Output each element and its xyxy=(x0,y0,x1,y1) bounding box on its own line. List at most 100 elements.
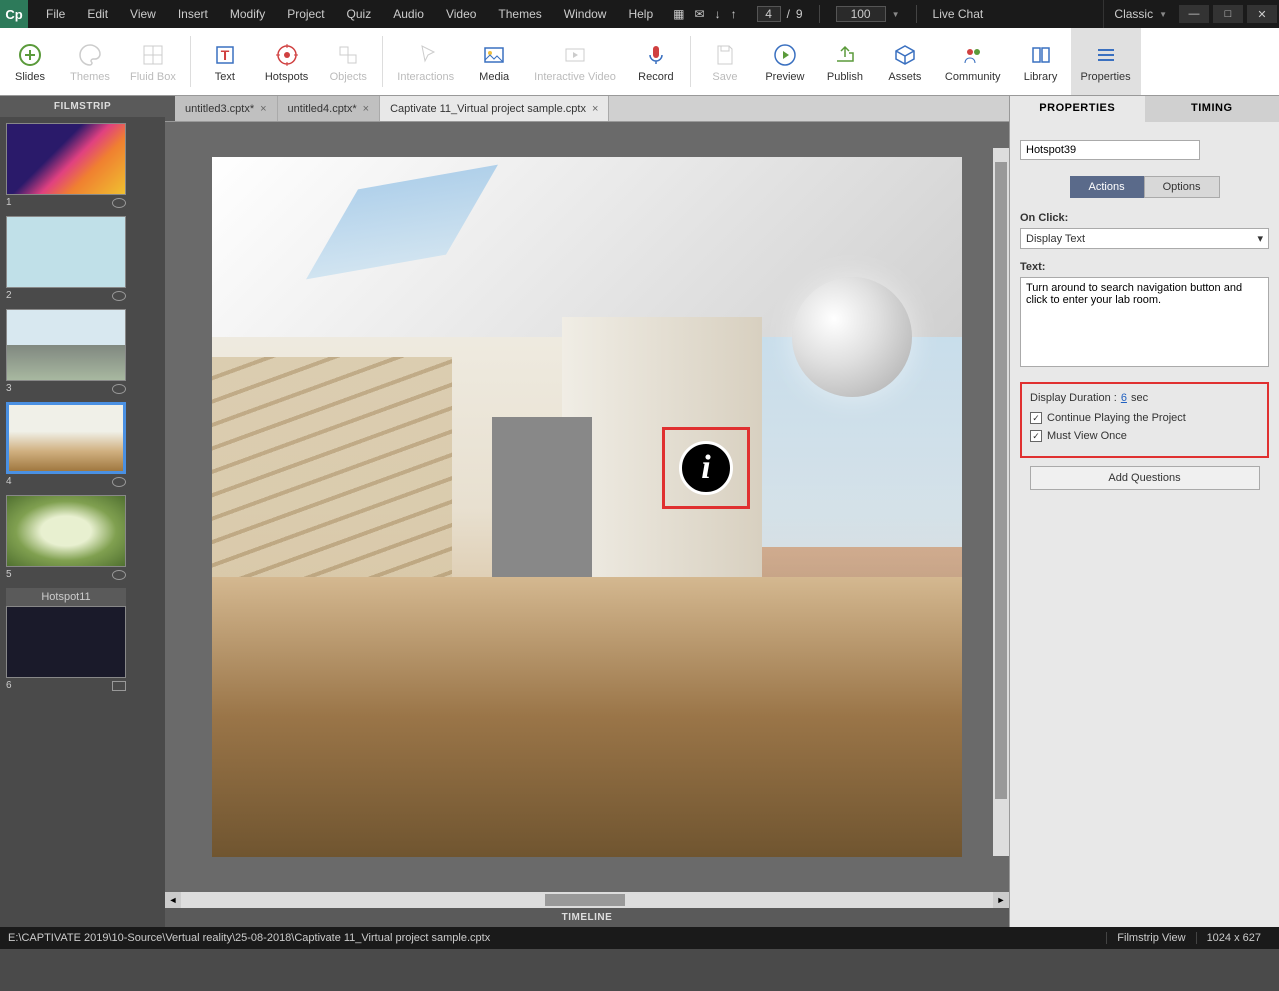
subtab-options[interactable]: Options xyxy=(1144,176,1220,198)
layout-icon[interactable]: ▦ xyxy=(673,7,684,21)
mustview-label: Must View Once xyxy=(1047,430,1127,442)
menu-video[interactable]: Video xyxy=(436,3,486,25)
menu-project[interactable]: Project xyxy=(277,3,334,25)
mustview-checkbox[interactable]: ✓ xyxy=(1030,430,1042,442)
status-path: E:\CAPTIVATE 2019\10-Source\Vertual real… xyxy=(8,932,490,944)
menu-insert[interactable]: Insert xyxy=(168,3,218,25)
ribbon-label: Publish xyxy=(827,71,863,83)
users-icon xyxy=(959,41,987,69)
grid-icon xyxy=(139,41,167,69)
text-button[interactable]: T Text xyxy=(195,28,255,95)
menu-modify[interactable]: Modify xyxy=(220,3,275,25)
microphone-icon xyxy=(642,41,670,69)
close-icon[interactable]: × xyxy=(260,103,266,115)
media-button[interactable]: Media xyxy=(464,28,524,95)
ribbon-label: Fluid Box xyxy=(130,71,176,83)
close-icon[interactable]: × xyxy=(363,103,369,115)
divider xyxy=(819,5,820,23)
slide-thumb-2[interactable]: 2 xyxy=(6,216,159,301)
master-slide-icon[interactable] xyxy=(112,681,126,691)
slide-number: 2 xyxy=(6,290,12,301)
zoom-dropdown[interactable]: 100 xyxy=(836,6,886,22)
continue-checkbox[interactable]: ✓ xyxy=(1030,412,1042,424)
tab-timing[interactable]: TIMING xyxy=(1145,96,1279,122)
chevron-down-icon: ▾ xyxy=(1257,232,1263,245)
hotspots-button[interactable]: Hotspots xyxy=(255,28,318,95)
tab-captivate-sample[interactable]: Captivate 11_Virtual project sample.cptx… xyxy=(380,96,609,121)
ribbon-label: Slides xyxy=(15,71,45,83)
themes-button: Themes xyxy=(60,28,120,95)
minimize-button[interactable]: ― xyxy=(1179,5,1209,23)
library-button[interactable]: Library xyxy=(1011,28,1071,95)
menu-view[interactable]: View xyxy=(120,3,166,25)
play-circle-icon xyxy=(771,41,799,69)
maximize-button[interactable]: □ xyxy=(1213,5,1243,23)
record-button[interactable]: Record xyxy=(626,28,686,95)
slide-number: 6 xyxy=(6,680,12,691)
ribbon-label: Record xyxy=(638,71,673,83)
onclick-dropdown[interactable]: Display Text ▾ xyxy=(1020,228,1269,249)
hotspot-text-input[interactable]: Turn around to search navigation button … xyxy=(1020,277,1269,367)
chevron-down-icon[interactable]: ▼ xyxy=(892,10,900,19)
close-icon[interactable]: × xyxy=(592,103,598,115)
tab-untitled4[interactable]: untitled4.cptx*× xyxy=(278,96,381,121)
mail-icon[interactable]: ✉ xyxy=(695,7,705,21)
live-chat-button[interactable]: Live Chat xyxy=(923,3,994,25)
properties-button[interactable]: Properties xyxy=(1071,28,1141,95)
vertical-scrollbar[interactable] xyxy=(993,148,1009,856)
horizontal-scrollbar[interactable]: ◄ ► xyxy=(165,892,1009,908)
add-questions-button[interactable]: Add Questions xyxy=(1030,466,1260,490)
ribbon-toolbar: Slides Themes Fluid Box T Text Hotspots … xyxy=(0,28,1279,96)
close-button[interactable]: ✕ xyxy=(1247,5,1277,23)
shapes-icon xyxy=(334,41,362,69)
slide-thumb-4[interactable]: 4 xyxy=(6,402,159,487)
fluidbox-button: Fluid Box xyxy=(120,28,186,95)
preview-button[interactable]: Preview xyxy=(755,28,815,95)
menu-quiz[interactable]: Quiz xyxy=(337,3,382,25)
ribbon-label: Interactive Video xyxy=(534,71,616,83)
slide-canvas[interactable]: i xyxy=(212,157,962,857)
slide-number: 4 xyxy=(6,476,12,487)
slide-thumb-6[interactable]: 6 xyxy=(6,606,159,691)
menu-window[interactable]: Window xyxy=(554,3,617,25)
subtab-actions[interactable]: Actions xyxy=(1070,176,1144,198)
main-menu: File Edit View Insert Modify Project Qui… xyxy=(28,3,663,25)
eye-icon[interactable] xyxy=(112,570,126,580)
duration-value-input[interactable]: 6 xyxy=(1121,392,1127,404)
workspace-dropdown[interactable]: Classic ▼ xyxy=(1103,0,1177,28)
slide-thumb-3[interactable]: 3 xyxy=(6,309,159,394)
timeline-header[interactable]: TIMELINE xyxy=(165,908,1009,927)
ribbon-label: Community xyxy=(945,71,1001,83)
slide-thumb-5[interactable]: 5 xyxy=(6,495,159,580)
info-icon[interactable]: i xyxy=(679,441,733,495)
publish-button[interactable]: Publish xyxy=(815,28,875,95)
page-current-input[interactable]: 4 xyxy=(757,6,781,22)
app-logo: Cp xyxy=(0,0,28,28)
menu-edit[interactable]: Edit xyxy=(77,3,118,25)
eye-icon[interactable] xyxy=(112,291,126,301)
tab-properties[interactable]: PROPERTIES xyxy=(1010,96,1145,122)
eye-icon[interactable] xyxy=(112,477,126,487)
assets-button[interactable]: Assets xyxy=(875,28,935,95)
scroll-right-icon[interactable]: ► xyxy=(993,892,1009,908)
slide-thumb-1[interactable]: 1 xyxy=(6,123,159,208)
hotspot-selection[interactable]: i xyxy=(662,427,750,509)
status-bar: E:\CAPTIVATE 2019\10-Source\Vertual real… xyxy=(0,927,1279,949)
community-button[interactable]: Community xyxy=(935,28,1011,95)
text-label: Text: xyxy=(1020,261,1269,273)
box-icon xyxy=(891,41,919,69)
menu-file[interactable]: File xyxy=(36,3,75,25)
eye-icon[interactable] xyxy=(112,384,126,394)
object-name-input[interactable] xyxy=(1020,140,1200,160)
eye-icon[interactable] xyxy=(112,198,126,208)
tab-untitled3[interactable]: untitled3.cptx*× xyxy=(175,96,278,121)
slides-button[interactable]: Slides xyxy=(0,28,60,95)
menu-themes[interactable]: Themes xyxy=(488,3,551,25)
sync-down-icon[interactable]: ↓ xyxy=(715,7,721,21)
menu-help[interactable]: Help xyxy=(618,3,663,25)
menu-audio[interactable]: Audio xyxy=(383,3,434,25)
sync-up-icon[interactable]: ↑ xyxy=(731,7,737,21)
scroll-left-icon[interactable]: ◄ xyxy=(165,892,181,908)
document-tabs: untitled3.cptx*× untitled4.cptx*× Captiv… xyxy=(165,96,1009,122)
menu-icon xyxy=(1092,41,1120,69)
